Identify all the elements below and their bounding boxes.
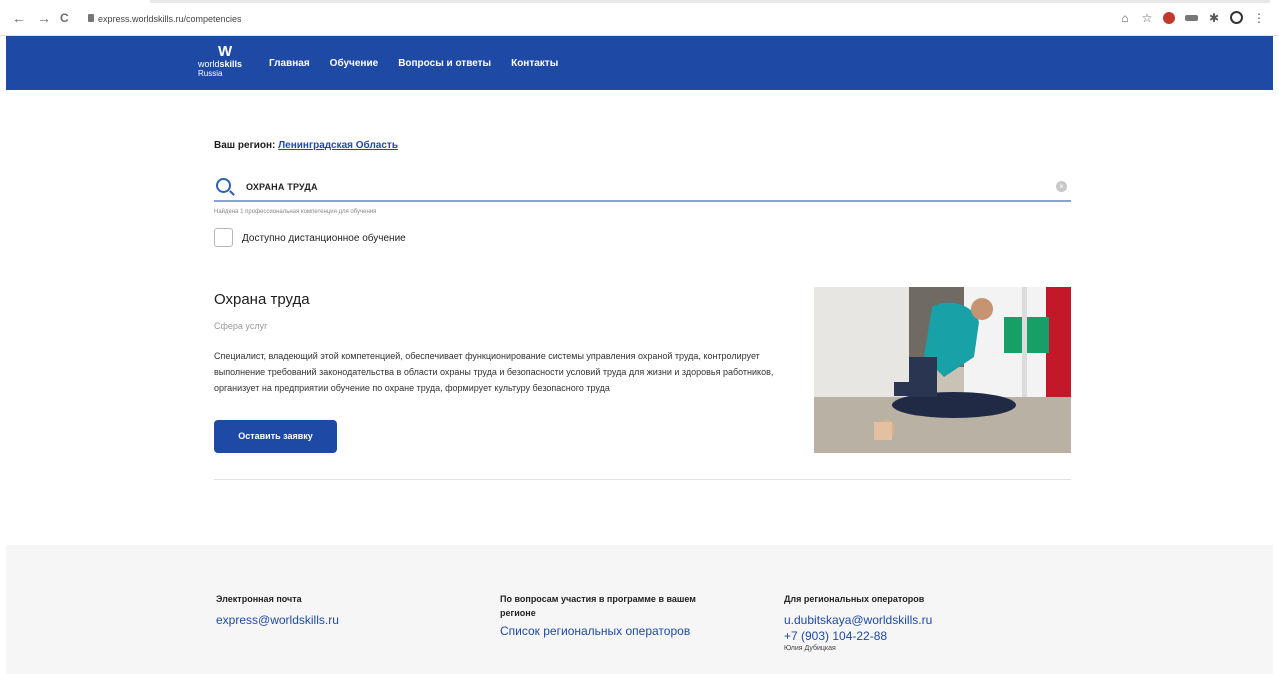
logo-mark-icon: W [218, 43, 233, 60]
nav-training[interactable]: Обучение [330, 58, 379, 70]
results-count: Найдена 1 профессиональная компетенция д… [214, 209, 377, 215]
puzzle-icon[interactable]: ✱ [1208, 12, 1220, 24]
nav-faq[interactable]: Вопросы и ответы [398, 58, 491, 70]
footer-email-block: Электронная почта express@worldskills.ru [216, 592, 339, 628]
remote-learning-label[interactable]: Доступно дистанционное обучение [242, 233, 406, 244]
search-input[interactable]: ОХРАНА ТРУДА [246, 182, 318, 192]
reload-icon[interactable]: C [60, 11, 69, 25]
star-icon[interactable]: ☆ [1141, 12, 1153, 24]
apply-button[interactable]: Оставить заявку [214, 420, 337, 453]
nav-home[interactable]: Главная [269, 58, 310, 70]
competency-photo [814, 287, 1071, 453]
footer-operators-phone[interactable]: +7 (903) 104-22-88 [784, 628, 932, 644]
region-link[interactable]: Ленинградская Область [278, 140, 398, 151]
logo-word: worldskills [198, 59, 243, 69]
footer-participation-heading: По вопросам участия в программе в вашем … [500, 594, 696, 618]
site-footer: Электронная почта express@worldskills.ru… [6, 545, 1273, 674]
site-header: W worldskills Russia Главная Обучение Во… [6, 36, 1273, 90]
search-bar[interactable]: ОХРАНА ТРУДА × [214, 176, 1071, 202]
forward-icon[interactable]: → [37, 11, 51, 25]
extensions-area: ⌂ ☆ ✱ ⋮ [1119, 11, 1265, 24]
extension-face-icon[interactable] [1163, 11, 1175, 24]
clear-search-icon[interactable]: × [1056, 181, 1067, 192]
remote-learning-checkbox[interactable] [214, 228, 233, 247]
worldskills-logo[interactable]: W worldskills Russia [196, 44, 246, 84]
profile-icon[interactable] [1230, 11, 1243, 24]
translate-icon[interactable]: ⌂ [1119, 12, 1131, 24]
competency-description: Специалист, владеющий этой компетенцией,… [214, 351, 774, 393]
browser-toolbar: ← → C express.worldskills.ru/competencie… [0, 0, 1279, 36]
competency-sector: Сфера услуг [214, 321, 268, 331]
back-icon[interactable]: ← [12, 11, 26, 25]
competency-title[interactable]: Охрана труда [214, 291, 310, 308]
footer-operators-email[interactable]: u.dubitskaya@worldskills.ru [784, 612, 932, 628]
lock-icon [88, 14, 94, 22]
address-bar[interactable]: express.worldskills.ru/competencies [88, 14, 242, 24]
nav-contacts[interactable]: Контакты [511, 58, 558, 70]
extension-bar-icon[interactable] [1185, 14, 1198, 21]
logo-country: Russia [198, 69, 223, 78]
url-text: express.worldskills.ru/competencies [98, 14, 242, 24]
search-icon [216, 178, 231, 193]
menu-icon[interactable]: ⋮ [1253, 12, 1265, 24]
footer-email-link[interactable]: express@worldskills.ru [216, 612, 339, 628]
region-label: Ваш регион: [214, 140, 276, 151]
tab-strip [150, 0, 1270, 3]
footer-operators-list-link[interactable]: Список региональных операторов [500, 623, 700, 639]
content-divider [214, 479, 1071, 480]
region-selector: Ваш регион: Ленинградская Область [214, 140, 398, 151]
footer-email-heading: Электронная почта [216, 594, 302, 604]
footer-operators-name: Юлия Дубицкая [784, 645, 836, 652]
footer-operators-heading: Для региональных операторов [784, 594, 925, 604]
footer-participation-block: По вопросам участия в программе в вашем … [500, 592, 700, 639]
footer-operators-block: Для региональных операторов u.dubitskaya… [784, 592, 932, 654]
main-nav: Главная Обучение Вопросы и ответы Контак… [269, 58, 558, 70]
